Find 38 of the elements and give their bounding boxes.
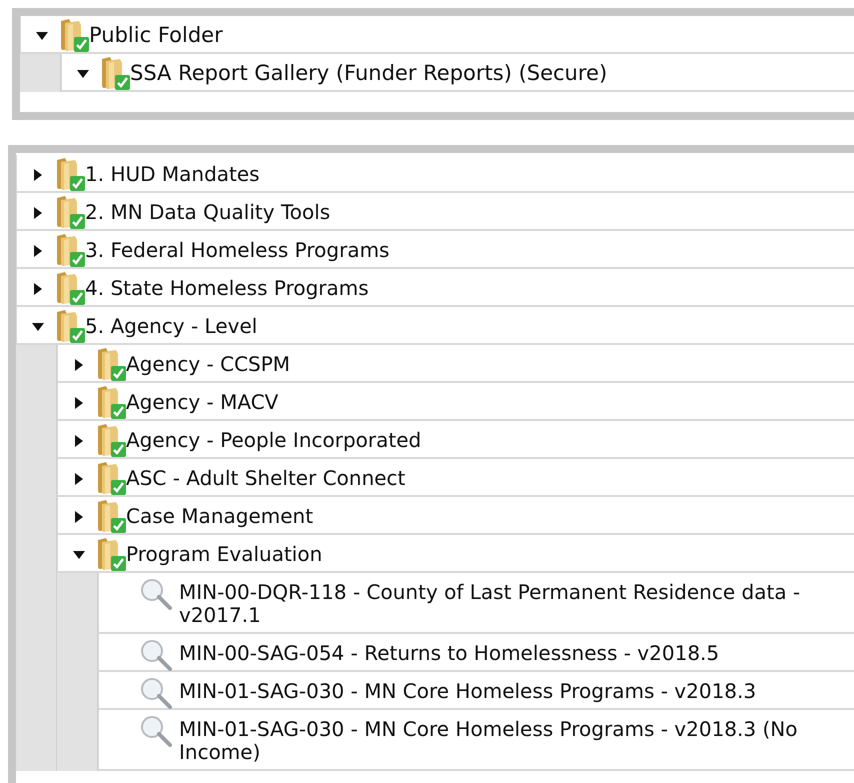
magnifier-icon [139,714,173,748]
folder-icon [100,55,130,91]
report-link[interactable]: MIN-00-DQR-118 - County of Last Permanent Residence data - v2017.1 [179,581,850,627]
folder-label[interactable]: 1. HUD Mandates [85,163,260,186]
folder-icon [96,346,126,382]
report-link[interactable]: MIN-00-SAG-054 - Returns to Homelessness - v2018.5 [179,642,720,665]
folder-label[interactable]: Agency - CCSPM [126,353,290,376]
folder-label[interactable]: 3. Federal Homeless Programs [85,239,390,262]
folder-label[interactable]: Public Folder [89,24,223,47]
collapse-arrow-icon[interactable] [31,321,45,333]
folder-label[interactable]: Program Evaluation [126,543,322,566]
collapse-arrow-icon[interactable] [72,549,86,561]
folder-icon [59,17,89,53]
magnifier-icon [139,638,173,672]
folder-label[interactable]: Agency - People Incorporated [126,429,422,452]
folder-icon [96,460,126,496]
folder-icon [55,194,85,230]
magnifier-icon [139,577,173,611]
report-link[interactable]: MIN-01-SAG-030 - MN Core Homeless Programs - v2018.3 (No Income) [179,718,850,764]
folder-label[interactable]: SSA Report Gallery (Funder Reports) (Secure) [130,62,608,85]
folder-icon [55,156,85,192]
folder-label[interactable]: Case Management [126,505,314,528]
folder-label[interactable]: ASC - Adult Shelter Connect [126,467,406,490]
folder-label[interactable]: 2. MN Data Quality Tools [85,201,330,224]
folder-label[interactable]: 5. Agency - Level [85,315,258,338]
folder-label[interactable]: Agency - MACV [126,391,278,414]
folder-icon [96,422,126,458]
magnifier-icon [139,676,173,710]
report-link[interactable]: MIN-01-SAG-030 - MN Core Homeless Programs - v2018.3 [179,680,756,703]
folder-icon [96,384,126,420]
folder-icon [96,498,126,534]
collapse-arrow-icon[interactable] [76,68,90,80]
folder-icon [96,536,126,572]
folder-icon [55,270,85,306]
folder-icon [55,232,85,268]
folder-label[interactable]: 4. State Homeless Programs [85,277,369,300]
folder-icon [55,308,85,344]
collapse-arrow-icon[interactable] [35,30,49,42]
